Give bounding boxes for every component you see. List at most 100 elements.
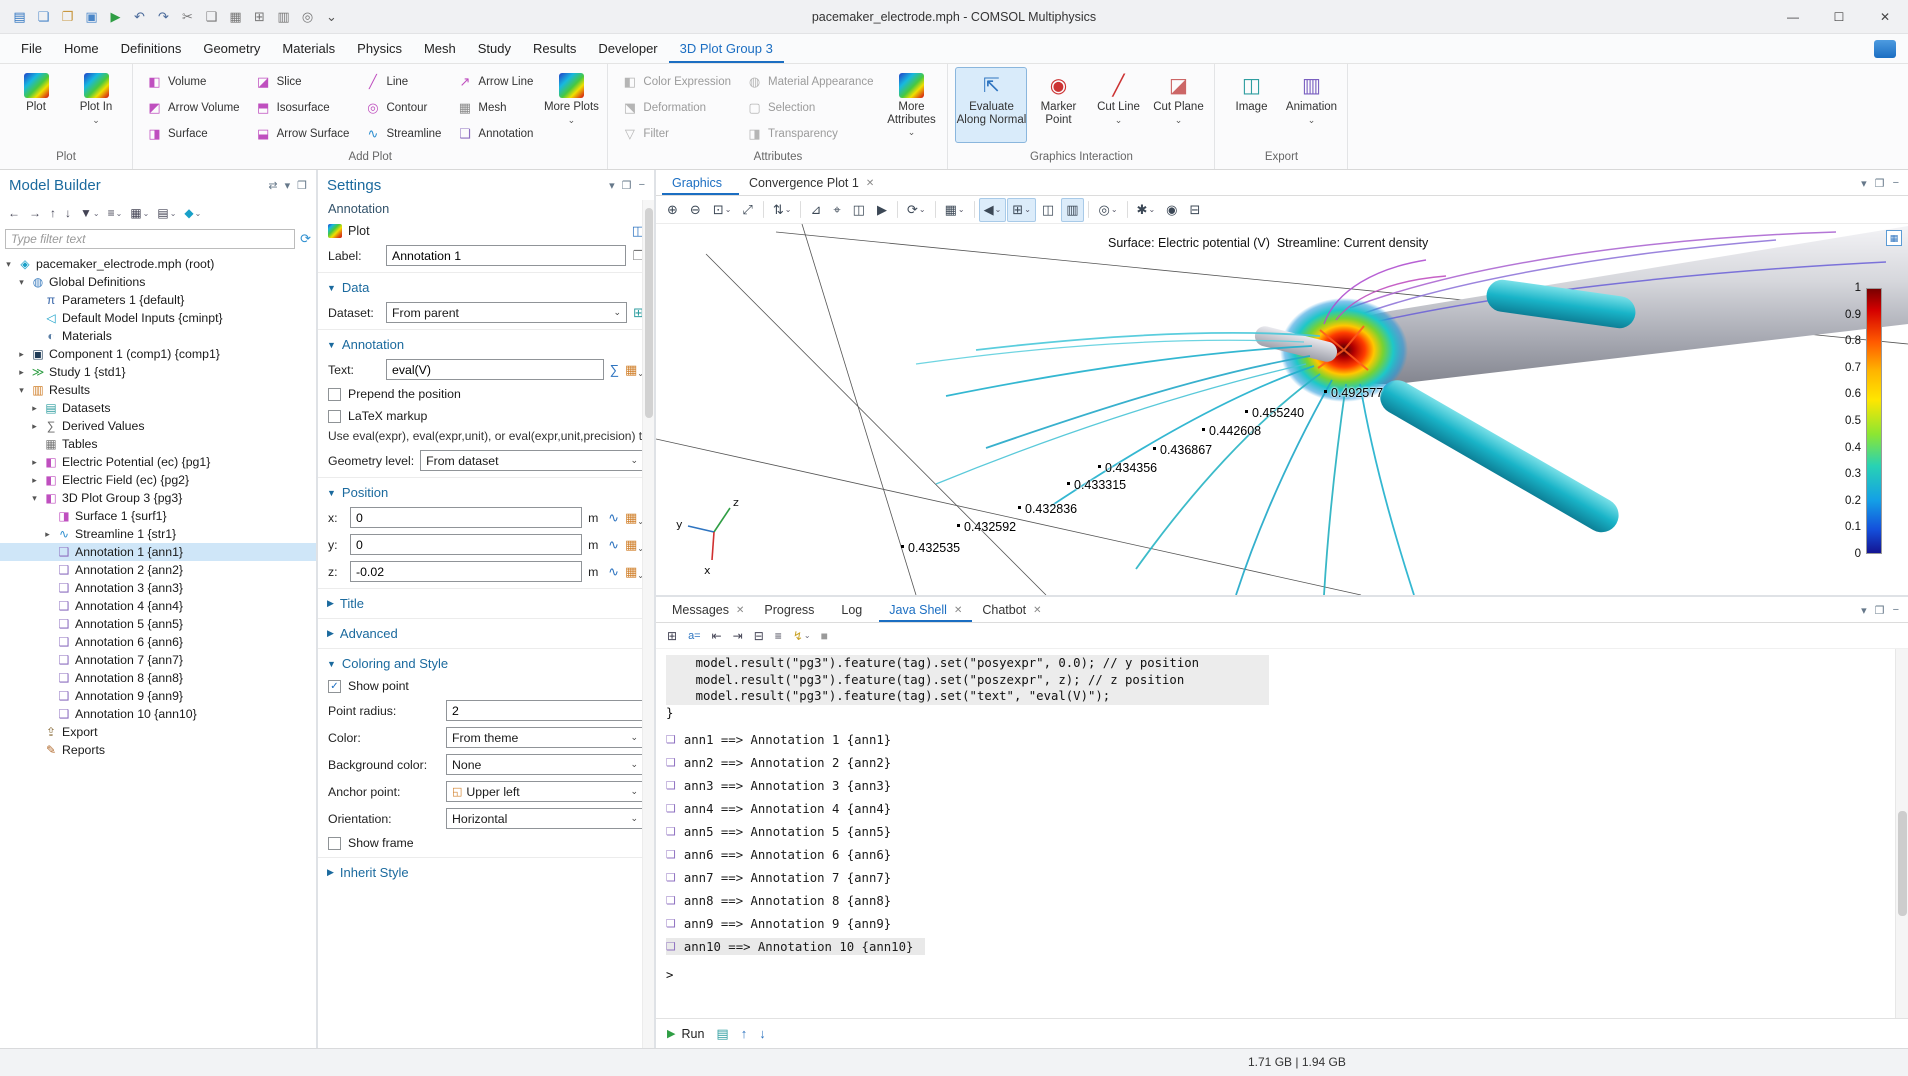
play-animation-icon[interactable]: ▶ xyxy=(872,198,893,222)
cell-toggle-icon[interactable]: ▥ xyxy=(1061,198,1084,222)
print-icon[interactable]: ⊟ xyxy=(1184,198,1206,222)
console-tab[interactable]: Java Shell ✕ xyxy=(879,599,972,622)
expand-arrow-icon[interactable]: ▸ xyxy=(16,367,27,378)
zoom-in-icon[interactable]: ⊕ xyxy=(662,198,684,222)
collapse-code-icon[interactable]: ⊟ xyxy=(750,627,769,645)
plot-in-button[interactable]: Plot In ⌄ xyxy=(67,67,125,143)
menu-tab[interactable]: Physics xyxy=(346,35,413,63)
minimize-button[interactable]: — xyxy=(1770,0,1816,33)
float-panel-icon[interactable]: ❐ xyxy=(622,179,632,192)
stop-icon[interactable]: ■ xyxy=(817,627,833,645)
expand-arrow-icon[interactable]: ▾ xyxy=(16,385,27,396)
maximize-button[interactable]: ☐ xyxy=(1816,0,1862,33)
panel-menu-icon[interactable]: ▾ xyxy=(609,179,615,192)
panel-menu-icon[interactable]: ▾ xyxy=(1861,177,1867,190)
dataset-select[interactable]: From parent⌄ xyxy=(386,302,627,323)
menu-tab[interactable]: Geometry xyxy=(192,35,271,63)
increase-indent-icon[interactable]: ⇥ xyxy=(729,627,748,645)
tree-item[interactable]: ◐ Materials xyxy=(0,327,316,345)
add-volume-button[interactable]: ◧ Volume xyxy=(140,70,247,94)
more-attributes-button[interactable]: More Attributes ⌄ xyxy=(882,67,940,143)
expand-arrow-icon[interactable]: ▾ xyxy=(29,493,40,504)
center-view-icon[interactable]: ⌖ xyxy=(828,198,846,222)
tree-item[interactable]: ▾ ◈ pacemaker_electrode.mph (root) xyxy=(0,255,316,273)
tree-item[interactable]: ▸ ◧ Electric Potential (ec) {pg1} xyxy=(0,453,316,471)
range-icon[interactable]: ∿ xyxy=(608,510,619,526)
zoom-box-icon[interactable]: ⊡ ⌄ xyxy=(708,198,737,222)
add-isosurface-button[interactable]: ⬒ Isosurface xyxy=(249,96,357,120)
y-position-input[interactable] xyxy=(350,534,582,555)
redo-icon[interactable]: ↷ xyxy=(152,5,175,28)
go-to-view-icon[interactable]: ⇅ ⌄ xyxy=(768,198,797,222)
tree-item[interactable]: ◁ Default Model Inputs {cminpt} xyxy=(0,309,316,327)
section-header-title[interactable]: ▶Title xyxy=(318,589,654,615)
tree-item[interactable]: ❑ Annotation 3 {ann3} xyxy=(0,579,316,597)
panel-menu-icon[interactable]: ▾ xyxy=(285,179,291,192)
graphics-tab[interactable]: Convergence Plot 1 ✕ xyxy=(739,172,884,195)
close-tab-icon[interactable]: ✕ xyxy=(736,605,744,616)
export-image-button[interactable]: ◫ Image xyxy=(1222,67,1280,143)
console-tab[interactable]: Messages ✕ xyxy=(662,599,754,622)
link-views-icon[interactable]: ⇄ xyxy=(268,179,277,192)
app-menu-icon[interactable]: ▤ xyxy=(8,5,31,28)
tree-item[interactable]: π Parameters 1 {default} xyxy=(0,291,316,309)
z-position-input[interactable] xyxy=(350,561,582,582)
zoom-out-icon[interactable]: ⊖ xyxy=(685,198,707,222)
table-mode-icon[interactable]: ⊞ ⌄ xyxy=(1007,198,1036,222)
tree-item[interactable]: ▾ ◧ 3D Plot Group 3 {pg3} xyxy=(0,489,316,507)
tree-item[interactable]: ❑ Annotation 7 {ann7} xyxy=(0,651,316,669)
show-values-icon[interactable]: a= xyxy=(684,628,706,644)
menu-tab-3d-plot-group-3[interactable]: 3D Plot Group 3 xyxy=(669,35,784,63)
previous-command-icon[interactable]: ↑ xyxy=(741,1026,748,1042)
close-tab-icon[interactable]: ✕ xyxy=(866,178,874,189)
zoom-extents-icon[interactable]: ⤢ xyxy=(737,198,758,222)
section-header-annotation[interactable]: ▼Annotation xyxy=(318,330,654,356)
settings-plot-button[interactable]: Plot xyxy=(328,224,370,238)
section-header-inherit-style[interactable]: ▶Inherit Style xyxy=(318,858,654,884)
settings-scrollbar[interactable] xyxy=(642,200,654,1048)
geometry-level-select[interactable]: From dataset⌄ xyxy=(420,450,644,471)
orientation-select[interactable]: Horizontal⌄ xyxy=(446,808,644,829)
move-down-icon[interactable]: ↓ xyxy=(62,204,75,222)
menu-tab[interactable]: Materials xyxy=(271,35,346,63)
next-command-icon[interactable]: ↓ xyxy=(759,1026,766,1042)
show-point-checkbox[interactable]: ✓ Show point xyxy=(318,675,654,697)
expand-arrow-icon[interactable]: ▸ xyxy=(29,457,40,468)
tree-item[interactable]: ❑ Annotation 8 {ann8} xyxy=(0,669,316,687)
tree-item[interactable]: ❑ Annotation 9 {ann9} xyxy=(0,687,316,705)
show-filter-icon[interactable]: ▼⌄ xyxy=(77,204,103,222)
compute-icon[interactable]: ▶ xyxy=(104,5,127,28)
console-tab[interactable]: Log xyxy=(831,599,879,622)
orthographic-view-icon[interactable]: ⊿ xyxy=(805,198,827,222)
prepend-position-checkbox[interactable]: Prepend the position xyxy=(318,383,654,405)
tree-item[interactable]: ◨ Surface 1 {surf1} xyxy=(0,507,316,525)
cut-icon[interactable]: ✂ xyxy=(176,5,199,28)
search-icon[interactable]: ◎ xyxy=(296,5,319,28)
panel-menu-icon[interactable]: ▾ xyxy=(1861,604,1867,617)
save-icon[interactable]: ▣ xyxy=(80,5,103,28)
scene-settings-icon[interactable]: ✱ ⌄ xyxy=(1132,198,1161,222)
expand-arrow-icon[interactable]: ▸ xyxy=(29,403,40,414)
copy-icon[interactable]: ❑ xyxy=(200,5,223,28)
close-tab-icon[interactable]: ✕ xyxy=(954,605,962,616)
menu-tab[interactable]: Study xyxy=(467,35,522,63)
java-shell-output[interactable]: model.result("pg3").feature(tag).set("po… xyxy=(656,649,1908,1018)
add-arrow-surface-button[interactable]: ⬓ Arrow Surface xyxy=(249,122,357,146)
tree-item[interactable]: ▸ ∑ Derived Values xyxy=(0,417,316,435)
annotation-text-input[interactable] xyxy=(386,359,604,380)
tree-item[interactable]: ▾ ▥ Results xyxy=(0,381,316,399)
node-view-icon[interactable]: ▤⌄ xyxy=(154,204,179,222)
more-plots-button[interactable]: More Plots ⌄ xyxy=(542,67,600,143)
add-mesh-button[interactable]: ▦ Mesh xyxy=(450,96,540,120)
console-tab[interactable]: Chatbot ✕ xyxy=(972,599,1051,622)
update-plot-icon[interactable]: ⟳ ⌄ xyxy=(902,198,931,222)
add-arrow-line-button[interactable]: ↗ Arrow Line xyxy=(450,70,540,94)
collapse-panel-icon[interactable]: − xyxy=(639,179,645,192)
add-arrow-volume-button[interactable]: ◩ Arrow Volume xyxy=(140,96,247,120)
insert-node-icon[interactable]: ⊞ xyxy=(663,627,682,645)
new-icon[interactable]: ❏ xyxy=(32,5,55,28)
undo-icon[interactable]: ↶ xyxy=(128,5,151,28)
float-panel-icon[interactable]: ❐ xyxy=(297,179,307,192)
tree-item[interactable]: ▸ ≫ Study 1 {std1} xyxy=(0,363,316,381)
tree-item[interactable]: ✎ Reports xyxy=(0,741,316,759)
